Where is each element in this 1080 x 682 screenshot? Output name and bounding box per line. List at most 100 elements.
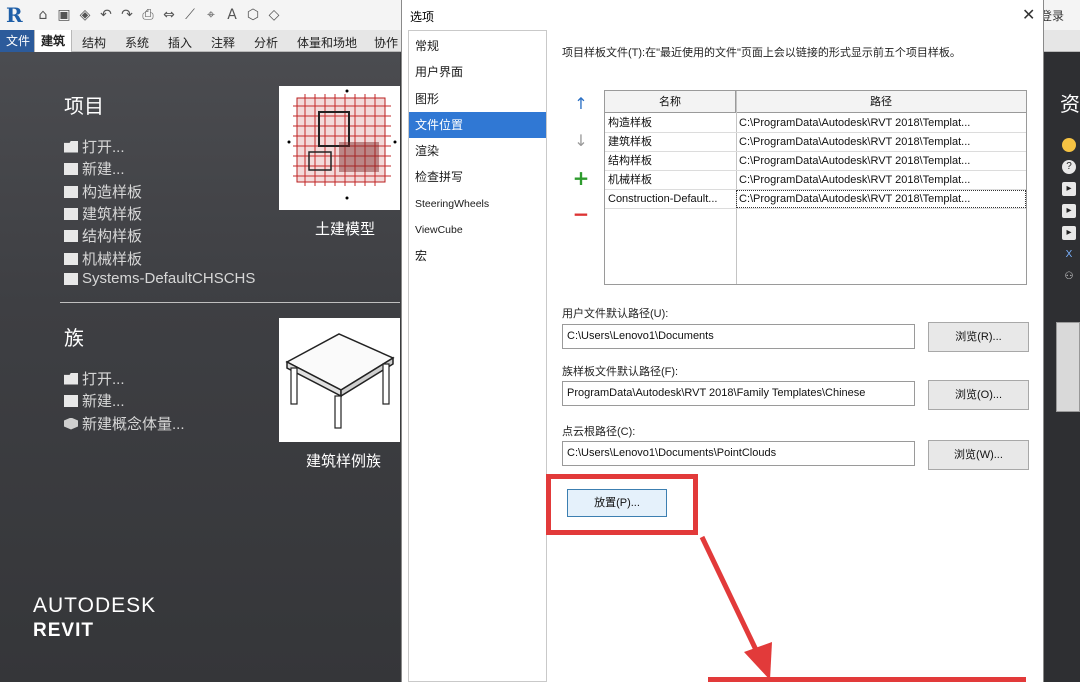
save-icon[interactable]: ▣ <box>55 6 73 24</box>
brand-revit: REVIT <box>33 620 94 641</box>
project-template-table: 名称 路径 构造样板 C:\ProgramData\Autodesk\RVT 2… <box>604 90 1027 285</box>
user-files-path-label: 用户文件默认路径(U): <box>562 308 669 320</box>
nav-item-macros[interactable]: 宏 <box>409 243 546 269</box>
move-down-icon[interactable]: ↓ <box>570 131 592 151</box>
template-path-cell[interactable]: C:\ProgramData\Autodesk\RVT 2018\Templat… <box>736 114 1026 132</box>
project-thumbnail[interactable] <box>279 86 400 210</box>
quick-access-icons: ⌂ ▣ ◈ ↶ ↷ ⎙ ⇔ ⟋ ⌖ A ⬡ ◇ <box>34 6 283 24</box>
section-icon[interactable]: ◇ <box>265 6 283 24</box>
tag-icon[interactable]: ⌖ <box>202 6 220 24</box>
template-name-cell[interactable]: Construction-Default... <box>605 190 736 208</box>
move-up-icon[interactable]: ↑ <box>570 94 592 114</box>
nav-item-general[interactable]: 常规 <box>409 33 546 59</box>
nav-item-check-spelling[interactable]: 检查拼写 <box>409 164 546 190</box>
families-heading: 族 <box>64 328 84 350</box>
nav-item-steeringwheels[interactable]: SteeringWheels <box>409 191 546 217</box>
remove-value-icon[interactable]: − <box>570 204 592 224</box>
tab-insert[interactable]: 插入 <box>168 34 192 51</box>
browse-user-path-button[interactable]: 浏览(R)... <box>928 322 1029 352</box>
template-name-cell[interactable]: 构造样板 <box>605 114 736 132</box>
project-new-link[interactable]: 新建... <box>64 158 125 179</box>
revit-logo-icon[interactable]: R <box>6 3 23 27</box>
tab-annotate[interactable]: 注释 <box>211 34 235 51</box>
document-icon <box>64 207 78 220</box>
dialog-title-bar[interactable]: 选项 ✕ <box>402 0 1043 30</box>
browse-family-path-button[interactable]: 浏览(O)... <box>928 380 1029 410</box>
folder-icon <box>64 372 78 385</box>
video-play-icon[interactable]: ▸ <box>1062 182 1076 196</box>
table-thumbnail-image <box>285 333 395 429</box>
help-icon[interactable]: ? <box>1062 160 1076 174</box>
table-row[interactable]: 机械样板 C:\ProgramData\Autodesk\RVT 2018\Te… <box>605 171 1026 190</box>
redo-icon[interactable]: ↷ <box>118 6 136 24</box>
column-header-path[interactable]: 路径 <box>736 91 1026 113</box>
exchange-icon[interactable]: X <box>1062 248 1076 262</box>
table-row[interactable]: Construction-Default... C:\ProgramData\A… <box>605 190 1026 209</box>
options-dialog: 选项 ✕ 常规 用户界面 图形 文件位置 渲染 检查拼写 SteeringWhe… <box>401 0 1044 682</box>
tab-massing-site[interactable]: 体量和场地 <box>297 34 357 51</box>
point-cloud-path-input[interactable]: C:\Users\Lenovo1\Documents\PointClouds <box>562 441 915 466</box>
project-template-structure[interactable]: 结构样板 <box>64 225 142 246</box>
project-template-mechanical[interactable]: 机械样板 <box>64 248 142 269</box>
template-name-cell[interactable]: 机械样板 <box>605 171 736 189</box>
watermark: 知乎 @中图教育 <box>822 626 1042 661</box>
nav-item-file-locations[interactable]: 文件位置 <box>409 112 546 138</box>
project-template-description: 项目样板文件(T):在"最近使用的文件"页面上会以链接的形式显示前五个项目样板。 <box>562 47 961 59</box>
tab-analyze[interactable]: 分析 <box>254 34 278 51</box>
template-path-cell[interactable]: C:\ProgramData\Autodesk\RVT 2018\Templat… <box>736 152 1026 170</box>
dimension-icon[interactable]: ⟋ <box>181 6 199 24</box>
family-new-conceptual-mass-link[interactable]: 新建概念体量... <box>64 413 185 434</box>
nav-item-viewcube[interactable]: ViewCube <box>409 217 546 243</box>
floorplan-thumbnail-image <box>287 89 397 200</box>
column-header-name[interactable]: 名称 <box>605 91 736 113</box>
project-open-link[interactable]: 打开... <box>64 136 125 157</box>
video-play-icon[interactable]: ▸ <box>1062 204 1076 218</box>
point-cloud-path-label: 点云根路径(C): <box>562 426 636 438</box>
family-template-path-input[interactable]: ProgramData\Autodesk\RVT 2018\Family Tem… <box>562 381 915 406</box>
user-files-path-input[interactable]: C:\Users\Lenovo1\Documents <box>562 324 915 349</box>
table-row[interactable]: 建筑样板 C:\ProgramData\Autodesk\RVT 2018\Te… <box>605 133 1026 152</box>
nav-item-user-interface[interactable]: 用户界面 <box>409 59 546 85</box>
recent-files-page: 项目 打开... 新建... 构造样板 建筑样板 结构样板 机械样板 Syste… <box>0 52 400 682</box>
template-path-cell[interactable]: C:\ProgramData\Autodesk\RVT 2018\Templat… <box>736 133 1026 151</box>
table-header: 名称 路径 <box>605 91 1026 113</box>
text-icon[interactable]: A <box>223 6 241 24</box>
project-template-systems[interactable]: Systems-DefaultCHSCHS <box>64 270 255 287</box>
template-path-cell[interactable]: C:\ProgramData\Autodesk\RVT 2018\Templat… <box>736 190 1026 208</box>
tab-structure[interactable]: 结构 <box>82 34 106 51</box>
table-row[interactable]: 构造样板 C:\ProgramData\Autodesk\RVT 2018\Te… <box>605 114 1026 133</box>
resource-thumbnail[interactable] <box>1056 322 1080 412</box>
community-icon[interactable]: ⚇ <box>1062 270 1076 284</box>
project-thumbnail-caption[interactable]: 土建模型 <box>315 218 375 239</box>
measure-icon[interactable]: ⇔ <box>160 6 178 24</box>
browse-point-cloud-button[interactable]: 浏览(W)... <box>928 440 1029 470</box>
sync-icon[interactable]: ◈ <box>76 6 94 24</box>
document-icon <box>64 185 78 198</box>
project-template-construction[interactable]: 构造样板 <box>64 181 142 202</box>
3d-view-icon[interactable]: ⬡ <box>244 6 262 24</box>
family-thumbnail[interactable] <box>279 318 400 442</box>
whats-new-icon[interactable] <box>1062 138 1076 152</box>
template-name-cell[interactable]: 结构样板 <box>605 152 736 170</box>
add-value-icon[interactable]: + <box>570 168 592 188</box>
family-open-link[interactable]: 打开... <box>64 368 125 389</box>
table-row[interactable]: 结构样板 C:\ProgramData\Autodesk\RVT 2018\Te… <box>605 152 1026 171</box>
template-path-cell[interactable]: C:\ProgramData\Autodesk\RVT 2018\Templat… <box>736 171 1026 189</box>
print-icon[interactable]: ⎙ <box>139 6 157 24</box>
nav-item-graphics[interactable]: 图形 <box>409 86 546 112</box>
close-icon[interactable]: ✕ <box>1022 5 1035 24</box>
nav-item-rendering[interactable]: 渲染 <box>409 138 546 164</box>
family-thumbnail-caption[interactable]: 建筑样例族 <box>306 450 381 471</box>
family-new-link[interactable]: 新建... <box>64 390 125 411</box>
tab-file[interactable]: 文件 <box>0 30 37 52</box>
undo-icon[interactable]: ↶ <box>97 6 115 24</box>
folder-icon <box>64 140 78 153</box>
project-template-architecture[interactable]: 建筑样板 <box>64 203 142 224</box>
open-icon[interactable]: ⌂ <box>34 6 52 24</box>
tab-collaborate[interactable]: 协作 <box>374 34 398 51</box>
video-play-icon[interactable]: ▸ <box>1062 226 1076 240</box>
template-name-cell[interactable]: 建筑样板 <box>605 133 736 151</box>
tab-architecture[interactable]: 建筑 <box>34 30 73 52</box>
mass-cube-icon <box>64 417 78 430</box>
tab-systems[interactable]: 系统 <box>125 34 149 51</box>
